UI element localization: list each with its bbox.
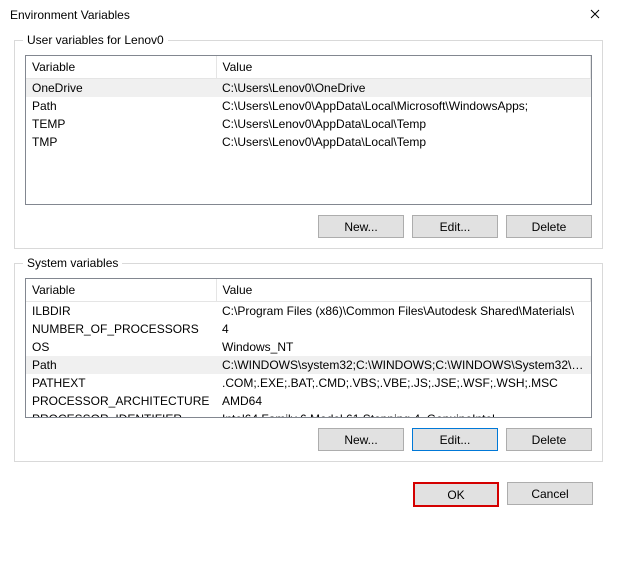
system-variables-group: System variables Variable Value ILBDIRC:… (14, 263, 603, 462)
cancel-button[interactable]: Cancel (507, 482, 593, 505)
cell-value: C:\Users\Lenov0\AppData\Local\Temp (216, 133, 591, 151)
cell-value: C:\Users\Lenov0\AppData\Local\Temp (216, 115, 591, 133)
user-buttons-row: New... Edit... Delete (25, 215, 592, 238)
cell-variable: ILBDIR (26, 302, 216, 321)
table-row[interactable]: TEMPC:\Users\Lenov0\AppData\Local\Temp (26, 115, 591, 133)
window-title: Environment Variables (10, 8, 572, 22)
column-header-value[interactable]: Value (216, 279, 591, 302)
user-delete-button[interactable]: Delete (506, 215, 592, 238)
user-new-button[interactable]: New... (318, 215, 404, 238)
cell-variable: OS (26, 338, 216, 356)
system-group-label: System variables (23, 256, 122, 270)
cell-value: C:\Users\Lenov0\AppData\Local\Microsoft\… (216, 97, 591, 115)
user-variables-table[interactable]: Variable Value OneDriveC:\Users\Lenov0\O… (25, 55, 592, 205)
column-header-value[interactable]: Value (216, 56, 591, 79)
table-row[interactable]: OSWindows_NT (26, 338, 591, 356)
system-delete-button[interactable]: Delete (506, 428, 592, 451)
table-row[interactable]: PathC:\WINDOWS\system32;C:\WINDOWS;C:\WI… (26, 356, 591, 374)
user-group-label: User variables for Lenov0 (23, 33, 168, 47)
dialog-buttons-row: OK Cancel (0, 476, 617, 521)
cell-variable: Path (26, 97, 216, 115)
column-header-variable[interactable]: Variable (26, 279, 216, 302)
cell-variable: NUMBER_OF_PROCESSORS (26, 320, 216, 338)
cell-value: C:\WINDOWS\system32;C:\WINDOWS;C:\WINDOW… (216, 356, 591, 374)
table-row[interactable]: PROCESSOR_ARCHITECTUREAMD64 (26, 392, 591, 410)
cell-value: .COM;.EXE;.BAT;.CMD;.VBS;.VBE;.JS;.JSE;.… (216, 374, 591, 392)
cell-variable: Path (26, 356, 216, 374)
column-header-variable[interactable]: Variable (26, 56, 216, 79)
dialog-content: User variables for Lenov0 Variable Value… (0, 30, 617, 462)
cell-value: AMD64 (216, 392, 591, 410)
cell-variable: OneDrive (26, 79, 216, 98)
ok-button[interactable]: OK (413, 482, 499, 507)
table-row[interactable]: NUMBER_OF_PROCESSORS4 (26, 320, 591, 338)
table-row[interactable]: PathC:\Users\Lenov0\AppData\Local\Micros… (26, 97, 591, 115)
system-edit-button[interactable]: Edit... (412, 428, 498, 451)
cell-value: C:\Program Files (x86)\Common Files\Auto… (216, 302, 591, 321)
table-row[interactable]: TMPC:\Users\Lenov0\AppData\Local\Temp (26, 133, 591, 151)
cell-variable: PATHEXT (26, 374, 216, 392)
system-buttons-row: New... Edit... Delete (25, 428, 592, 451)
cell-variable: PROCESSOR_ARCHITECTURE (26, 392, 216, 410)
close-button[interactable] (572, 0, 617, 30)
close-icon (590, 8, 600, 22)
table-row[interactable]: PATHEXT.COM;.EXE;.BAT;.CMD;.VBS;.VBE;.JS… (26, 374, 591, 392)
table-row[interactable]: OneDriveC:\Users\Lenov0\OneDrive (26, 79, 591, 98)
system-new-button[interactable]: New... (318, 428, 404, 451)
cell-value: C:\Users\Lenov0\OneDrive (216, 79, 591, 98)
table-row[interactable]: ILBDIRC:\Program Files (x86)\Common File… (26, 302, 591, 321)
cell-value: Intel64 Family 6 Model 61 Stepping 4, Ge… (216, 410, 591, 418)
cell-value: Windows_NT (216, 338, 591, 356)
cell-variable: TMP (26, 133, 216, 151)
cell-value: 4 (216, 320, 591, 338)
cell-variable: TEMP (26, 115, 216, 133)
user-edit-button[interactable]: Edit... (412, 215, 498, 238)
cell-variable: PROCESSOR_IDENTIFIER (26, 410, 216, 418)
titlebar: Environment Variables (0, 0, 617, 30)
table-row[interactable]: PROCESSOR_IDENTIFIERIntel64 Family 6 Mod… (26, 410, 591, 418)
system-variables-table[interactable]: Variable Value ILBDIRC:\Program Files (x… (25, 278, 592, 418)
user-variables-group: User variables for Lenov0 Variable Value… (14, 40, 603, 249)
